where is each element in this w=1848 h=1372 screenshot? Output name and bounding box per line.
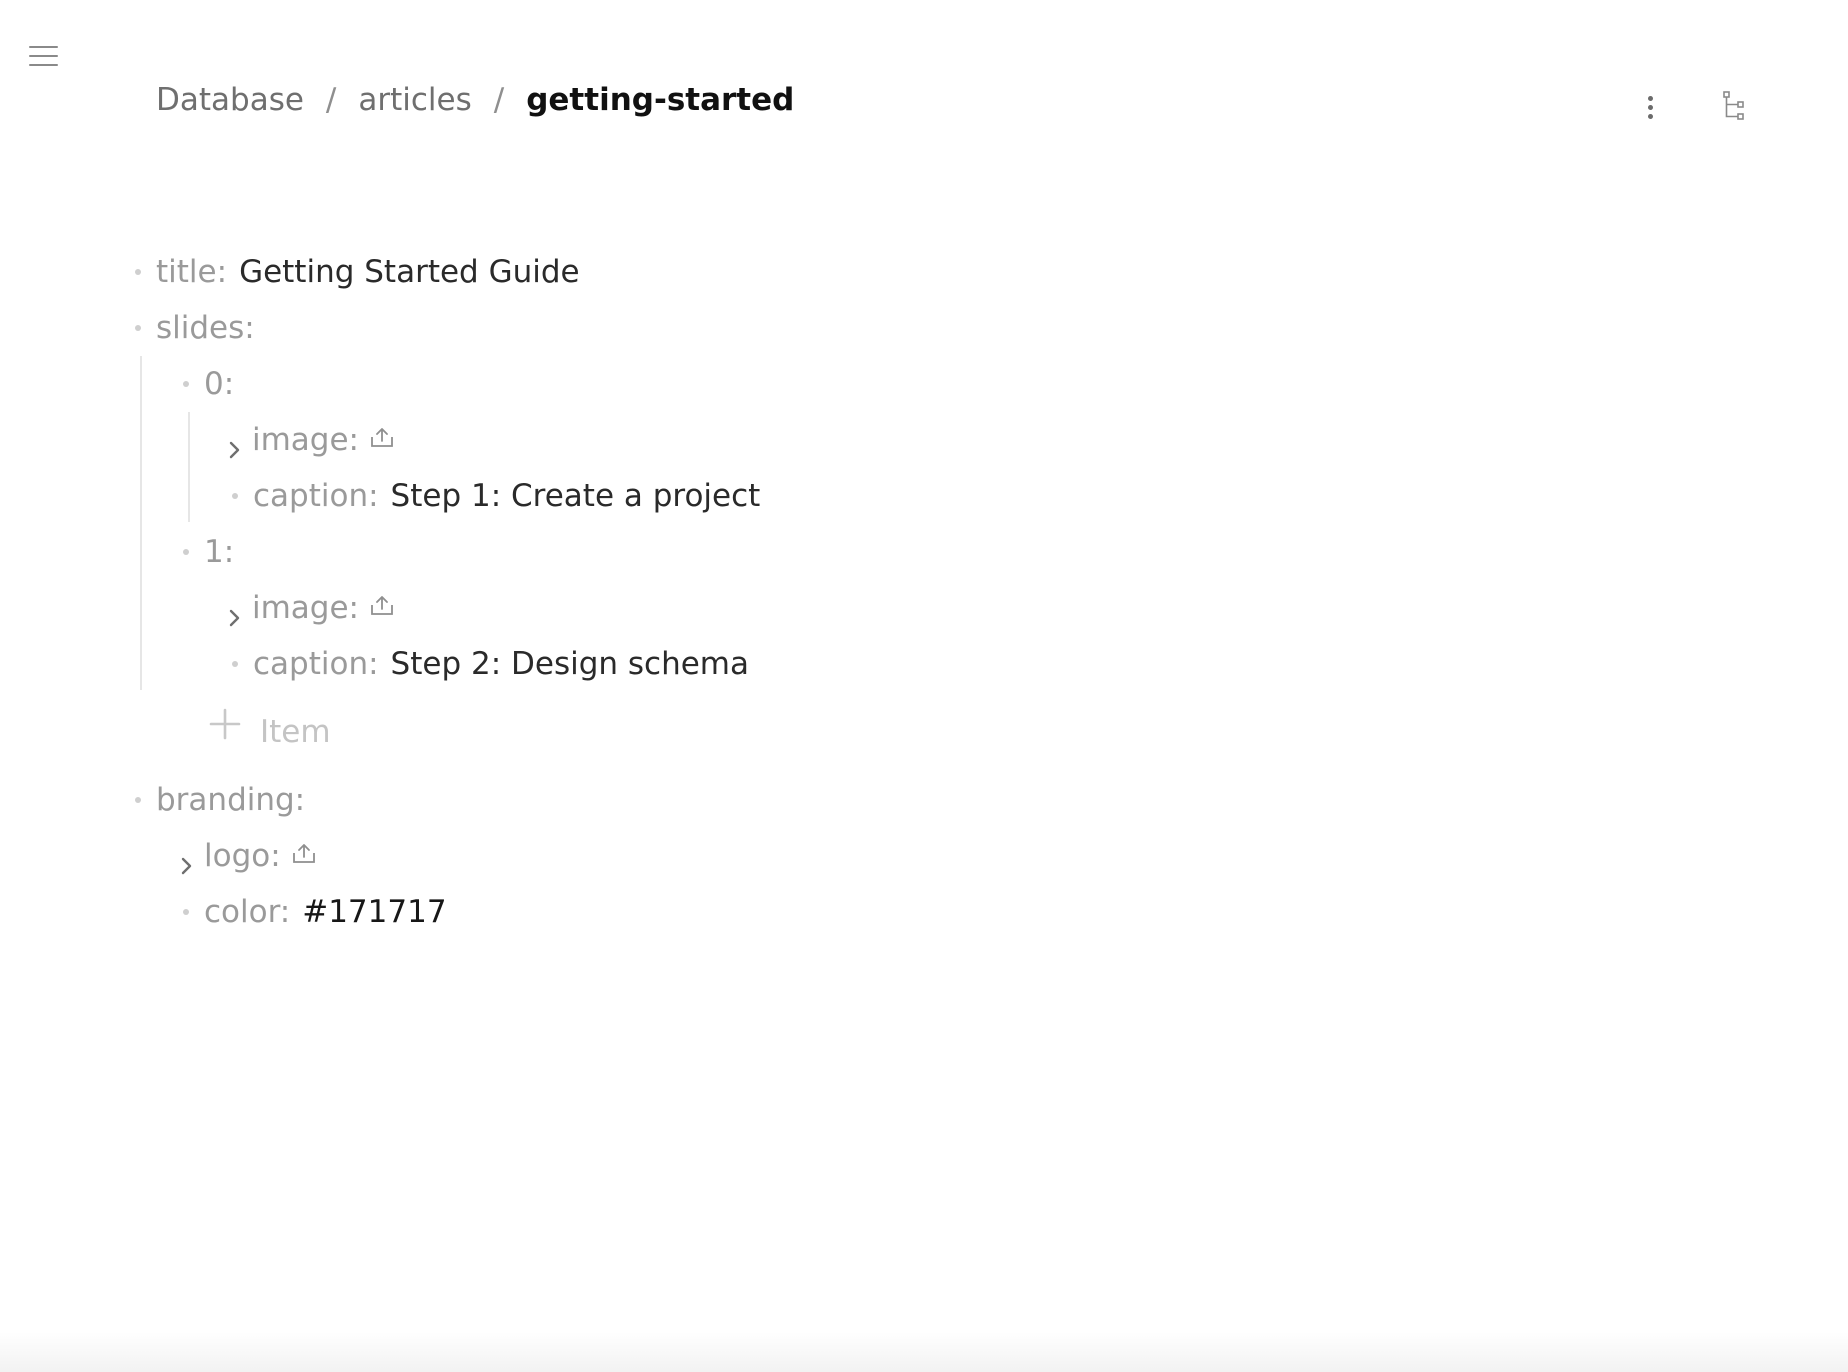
- field-key: branding:: [156, 782, 306, 818]
- menu-icon[interactable]: [26, 42, 62, 70]
- field-key: image:: [252, 422, 360, 458]
- field-value[interactable]: Step 2: Design schema: [391, 646, 749, 682]
- breadcrumb-database[interactable]: Database: [156, 82, 304, 118]
- field-key: slides:: [156, 310, 255, 346]
- breadcrumb-current: getting-started: [526, 82, 795, 118]
- field-key: caption:: [253, 646, 379, 682]
- add-item-button[interactable]: Item: [208, 708, 331, 756]
- field-key: title:: [156, 254, 228, 290]
- breadcrumb-articles[interactable]: articles: [358, 82, 471, 118]
- more-options-icon[interactable]: [1634, 88, 1666, 128]
- bullet-icon: [183, 909, 189, 915]
- field-key: color:: [204, 894, 291, 930]
- chevron-right-icon[interactable]: [180, 844, 200, 875]
- field-value[interactable]: Getting Started Guide: [239, 254, 580, 290]
- plus-icon: [208, 707, 242, 755]
- field-value[interactable]: Step 1: Create a project: [391, 478, 761, 514]
- upload-icon[interactable]: [369, 415, 395, 463]
- bullet-icon: [183, 381, 189, 387]
- bullet-icon: [232, 661, 238, 667]
- bullet-icon: [135, 269, 141, 275]
- upload-icon[interactable]: [291, 831, 317, 879]
- breadcrumb: Database / articles / getting-started: [156, 78, 794, 122]
- field-key: logo:: [204, 838, 281, 874]
- bullet-icon: [183, 549, 189, 555]
- bullet-icon: [232, 493, 238, 499]
- tree-structure-icon[interactable]: [1720, 90, 1756, 126]
- field-value[interactable]: #171717: [302, 894, 446, 930]
- field-key: caption:: [253, 478, 379, 514]
- slide-index: 0:: [204, 366, 235, 402]
- slide-index: 1:: [204, 534, 235, 570]
- chevron-right-icon[interactable]: [228, 428, 248, 459]
- breadcrumb-separator: /: [325, 82, 337, 118]
- breadcrumb-separator: /: [493, 82, 505, 118]
- add-item-label: Item: [260, 714, 331, 750]
- field-key: image:: [252, 590, 360, 626]
- tree-guide-line: [140, 356, 142, 690]
- bullet-icon: [135, 325, 141, 331]
- upload-icon[interactable]: [369, 583, 395, 631]
- bullet-icon: [135, 797, 141, 803]
- tree-guide-line: [188, 412, 190, 522]
- chevron-right-icon[interactable]: [228, 596, 248, 627]
- bottom-shadow: [0, 1332, 1848, 1372]
